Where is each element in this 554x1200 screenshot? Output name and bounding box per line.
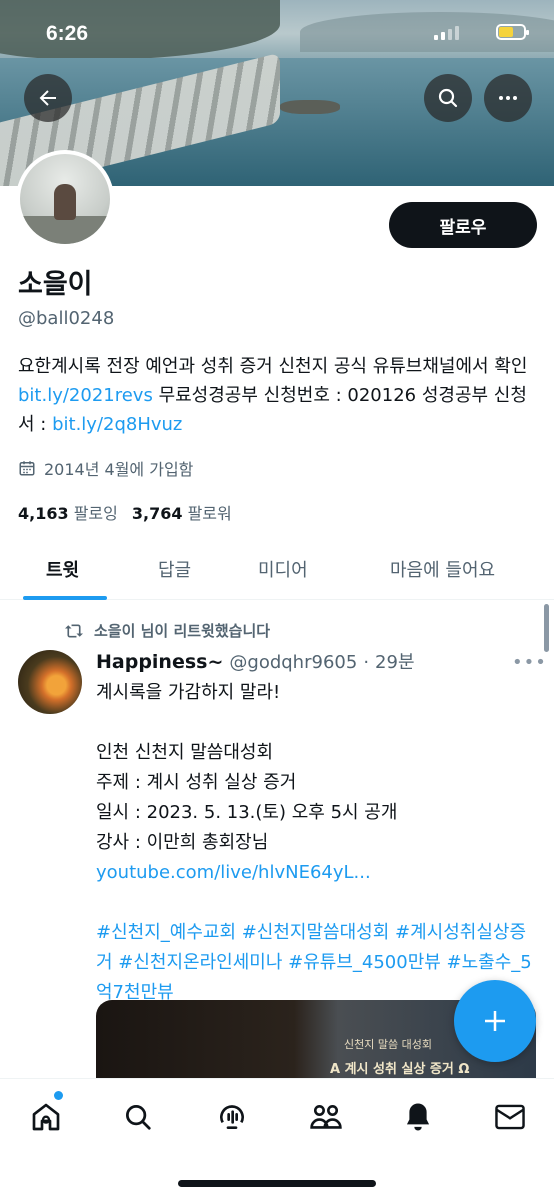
- following-link[interactable]: 4,163 팔로잉: [18, 500, 118, 524]
- nav-search[interactable]: [118, 1097, 158, 1137]
- tweet-line: [96, 708, 536, 738]
- tweet-line: 일시 : 2023. 5. 13.(토) 오후 5시 공개: [96, 802, 398, 823]
- search-icon: [438, 88, 458, 108]
- tweet-link[interactable]: youtube.com/live/hlvNE64yL...: [96, 858, 536, 888]
- home-indicator: [178, 1180, 376, 1187]
- followers-label: 팔로워: [187, 504, 232, 523]
- joined-date: 2014년 4월에 가입함: [18, 456, 193, 480]
- tab-likes[interactable]: 마음에 들어요: [390, 556, 495, 582]
- bell-icon: [406, 1103, 430, 1131]
- profile-tabs: 트윗 답글 미디어 마음에 들어요: [0, 538, 554, 600]
- plus-icon: [485, 1011, 505, 1031]
- communities-icon: [310, 1104, 342, 1129]
- tweet-line: 계시록을 가감하지 말라!: [96, 682, 281, 703]
- tab-replies[interactable]: 답글: [158, 556, 191, 582]
- following-label: 팔로잉: [73, 504, 118, 523]
- following-count: 4,163: [18, 504, 69, 523]
- bio-link[interactable]: bit.ly/2q8Hvuz: [52, 414, 182, 435]
- tweet-more-button[interactable]: •••: [512, 652, 547, 673]
- tweet-line: 인천 신천지 말씀대성회: [96, 742, 274, 763]
- tab-indicator: [23, 596, 107, 600]
- tweet-author-name[interactable]: Happiness~: [96, 651, 223, 673]
- compose-button[interactable]: [454, 980, 536, 1062]
- nav-home[interactable]: [26, 1097, 66, 1137]
- tweet-author-avatar[interactable]: [18, 650, 82, 714]
- more-button[interactable]: [484, 74, 532, 122]
- scrollbar[interactable]: [544, 604, 549, 652]
- bio-link[interactable]: bit.ly/2021revs: [18, 385, 153, 406]
- calendar-icon: [19, 461, 35, 476]
- tab-tweets[interactable]: 트윗: [46, 556, 79, 582]
- back-button[interactable]: [24, 74, 72, 122]
- bio-text: 요한계시록 전장 예언과 성취 증거 신천지 공식 유튜브채널에서 확인: [18, 356, 528, 377]
- status-time: 6:26: [46, 22, 89, 45]
- spaces-icon: [220, 1105, 244, 1129]
- followers-count: 3,764: [131, 504, 183, 523]
- retweet-text: 소을이 님이 리트윗했습니다: [94, 622, 271, 640]
- nav-messages[interactable]: [490, 1097, 530, 1137]
- tweet-separator: ·: [363, 652, 370, 673]
- arrow-left-icon: [39, 90, 56, 106]
- followers-link[interactable]: 3,764 팔로워: [132, 500, 232, 524]
- battery-icon: [496, 24, 529, 40]
- media-caption-title: A 계시 성취 실상 증거 Ω: [330, 1062, 470, 1077]
- tweet-line: 강사 : 이만희 총회장님: [96, 832, 269, 853]
- follow-counts: 4,163 팔로잉 3,764 팔로워: [18, 500, 232, 524]
- mail-icon: [495, 1104, 525, 1130]
- search-button[interactable]: [424, 74, 472, 122]
- profile-avatar[interactable]: [16, 150, 114, 248]
- tweet-author-handle: @godqhr9605: [229, 652, 358, 673]
- joined-text: 2014년 4월에 가입함: [44, 460, 194, 479]
- nav-notifications[interactable]: [398, 1097, 438, 1137]
- notification-dot: [54, 1091, 63, 1100]
- display-name: 소을이: [18, 269, 93, 300]
- search-icon: [126, 1105, 151, 1130]
- status-bar: 6:26: [0, 0, 554, 62]
- profile-bio: 요한계시록 전장 예언과 성취 증거 신천지 공식 유튜브채널에서 확인 bit…: [18, 352, 538, 439]
- media-caption-small: 신천지 말씀 대성회: [344, 1038, 432, 1051]
- tab-media[interactable]: 미디어: [258, 556, 308, 582]
- nav-communities[interactable]: [306, 1097, 346, 1137]
- retweet-icon: [65, 623, 83, 638]
- follow-button[interactable]: 팔로우: [389, 202, 537, 248]
- signal-icon: [434, 26, 459, 40]
- tweet-line: 주제 : 계시 성취 실상 증거: [96, 772, 297, 793]
- retweet-note: 소을이 님이 리트윗했습니다: [64, 620, 270, 641]
- nav-spaces[interactable]: [212, 1097, 252, 1137]
- tweet-time: 29분: [375, 652, 415, 673]
- tweet-text: 계시록을 가감하지 말라! 인천 신천지 말씀대성회 주제 : 계시 성취 실상…: [96, 678, 536, 1008]
- tweet-header: Happiness~ @godqhr9605 · 29분: [96, 648, 536, 674]
- home-icon: [32, 1103, 60, 1131]
- more-icon: [499, 96, 517, 100]
- user-handle: @ball0248: [18, 308, 115, 329]
